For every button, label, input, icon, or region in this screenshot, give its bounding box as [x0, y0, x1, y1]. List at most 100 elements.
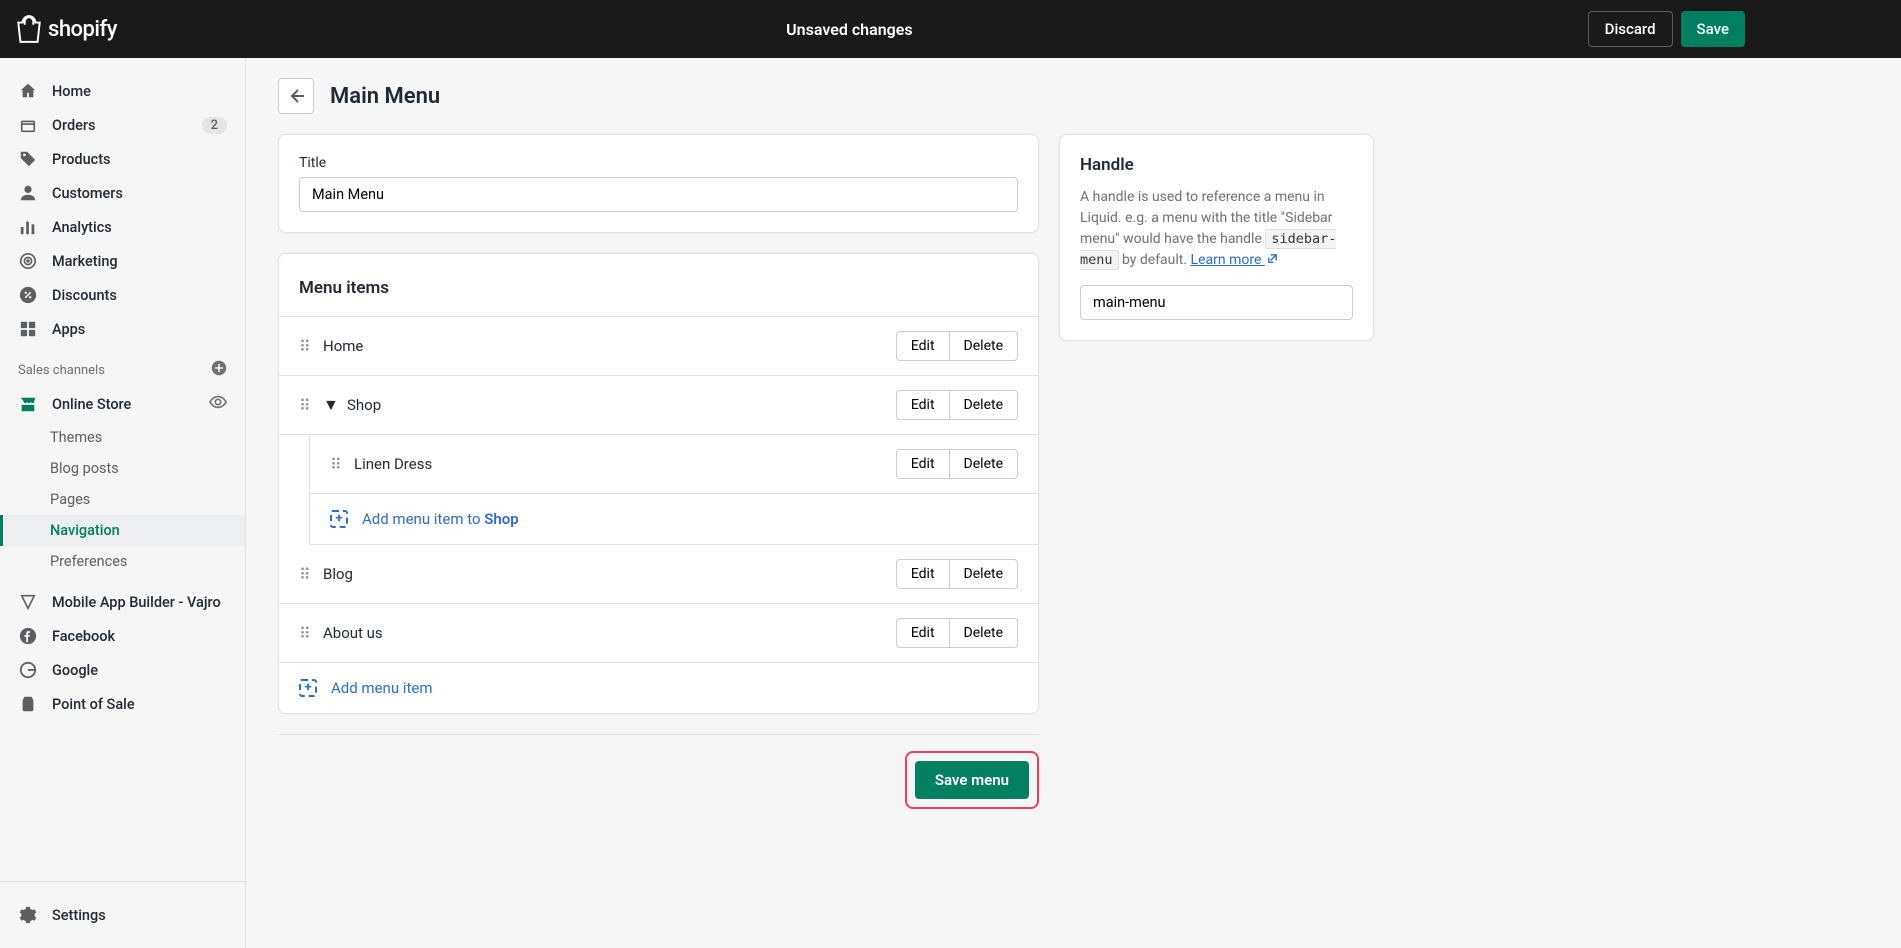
edit-button[interactable]: Edit: [896, 390, 949, 420]
sidebar-item-customers[interactable]: Customers: [0, 176, 245, 210]
drag-handle-icon[interactable]: ⠿: [299, 337, 311, 356]
menu-item-shop: ⠿ ▼ Shop Edit Delete: [279, 376, 1038, 435]
footer-actions: Save menu: [278, 734, 1039, 825]
discard-button[interactable]: Discard: [1588, 11, 1673, 47]
delete-button[interactable]: Delete: [949, 618, 1018, 648]
apps-icon: [18, 319, 38, 339]
sidebar-label: Analytics: [52, 219, 112, 236]
save-menu-button[interactable]: Save menu: [915, 761, 1029, 799]
menu-item-label: About us: [323, 624, 884, 642]
highlight-box: Save menu: [905, 751, 1039, 809]
drag-handle-icon[interactable]: ⠿: [330, 455, 342, 474]
handle-card: Handle A handle is used to reference a m…: [1059, 134, 1374, 341]
products-icon: [18, 149, 38, 169]
title-input[interactable]: [299, 177, 1018, 212]
edit-button[interactable]: Edit: [896, 559, 949, 589]
menu-item-about: ⠿ About us Edit Delete: [279, 604, 1038, 663]
sidebar-item-home[interactable]: Home: [0, 74, 245, 108]
handle-input[interactable]: [1080, 285, 1353, 320]
sidebar-item-blog-posts[interactable]: Blog posts: [0, 453, 245, 484]
sidebar-label: Home: [52, 83, 91, 100]
drag-handle-icon[interactable]: ⠿: [299, 624, 311, 643]
sales-channels-header: Sales channels: [0, 346, 245, 386]
gear-icon: [18, 905, 38, 925]
sidebar-item-settings[interactable]: Settings: [0, 898, 245, 932]
save-button[interactable]: Save: [1681, 11, 1745, 47]
add-menu-text: Add menu item: [331, 679, 432, 697]
add-dashed-icon: [299, 679, 317, 697]
sidebar-item-discounts[interactable]: Discounts: [0, 278, 245, 312]
sidebar-item-google[interactable]: Google: [0, 653, 245, 687]
menu-item-linen-dress: ⠿ Linen Dress Edit Delete: [309, 435, 1038, 494]
delete-button[interactable]: Delete: [949, 449, 1018, 479]
sidebar-label: Settings: [52, 907, 106, 924]
sidebar: Home Orders 2 Products Customers Analyti…: [0, 58, 246, 948]
drag-handle-icon[interactable]: ⠿: [299, 565, 311, 584]
edit-button[interactable]: Edit: [896, 449, 949, 479]
sidebar-item-apps[interactable]: Apps: [0, 312, 245, 346]
topbar: shopify Unsaved changes Discard Save: [0, 0, 1901, 58]
page-title: Main Menu: [330, 84, 440, 109]
drag-handle-icon[interactable]: ⠿: [299, 396, 311, 415]
sidebar-label: Facebook: [52, 628, 115, 645]
caret-down-icon[interactable]: ▼: [323, 395, 335, 415]
sidebar-item-marketing[interactable]: Marketing: [0, 244, 245, 278]
shopify-bag-icon: [16, 14, 42, 44]
orders-icon: [18, 115, 38, 135]
delete-button[interactable]: Delete: [949, 331, 1018, 361]
google-icon: [18, 660, 38, 680]
menu-items-card: Menu items ⠿ Home Edit Delete ⠿ ▼ Shop E…: [278, 253, 1039, 714]
delete-button[interactable]: Delete: [949, 559, 1018, 589]
sidebar-item-vajro[interactable]: Mobile App Builder - Vajro: [0, 585, 245, 619]
sidebar-item-navigation[interactable]: Navigation: [0, 515, 245, 546]
sidebar-item-orders[interactable]: Orders 2: [0, 108, 245, 142]
menu-item-label: Linen Dress: [354, 455, 884, 473]
orders-badge: 2: [202, 117, 227, 134]
back-button[interactable]: [278, 78, 314, 114]
sidebar-item-pages[interactable]: Pages: [0, 484, 245, 515]
customers-icon: [18, 183, 38, 203]
sidebar-item-products[interactable]: Products: [0, 142, 245, 176]
sidebar-label: Products: [52, 151, 111, 168]
menu-item-label: Shop: [347, 396, 884, 414]
add-channel-icon[interactable]: [211, 360, 227, 380]
home-icon: [18, 81, 38, 101]
delete-button[interactable]: Delete: [949, 390, 1018, 420]
unsaved-status: Unsaved changes: [786, 20, 912, 39]
vajro-icon: [18, 592, 38, 612]
facebook-icon: [18, 626, 38, 646]
sidebar-item-preferences[interactable]: Preferences: [0, 546, 245, 577]
edit-button[interactable]: Edit: [896, 331, 949, 361]
sidebar-item-facebook[interactable]: Facebook: [0, 619, 245, 653]
sidebar-item-pos[interactable]: Point of Sale: [0, 687, 245, 721]
external-link-icon: [1267, 253, 1278, 264]
discounts-icon: [18, 285, 38, 305]
sidebar-item-online-store[interactable]: Online Store: [0, 386, 245, 422]
handle-title: Handle: [1080, 155, 1353, 175]
menu-item-label: Home: [323, 337, 884, 355]
shopify-logo[interactable]: shopify: [16, 14, 117, 44]
menu-item-label: Blog: [323, 565, 884, 583]
sidebar-label: Point of Sale: [52, 696, 135, 713]
add-dashed-icon: [330, 510, 348, 528]
add-submenu-item-shop[interactable]: Add menu item to Shop: [309, 494, 1038, 545]
view-store-icon[interactable]: [209, 393, 227, 415]
sidebar-label: Discounts: [52, 287, 117, 304]
sidebar-label: Online Store: [52, 396, 131, 413]
title-label: Title: [299, 155, 1018, 171]
sidebar-label: Apps: [52, 321, 85, 338]
learn-more-link[interactable]: Learn more: [1191, 252, 1278, 268]
menu-item-home: ⠿ Home Edit Delete: [279, 317, 1038, 376]
marketing-icon: [18, 251, 38, 271]
menu-item-blog: ⠿ Blog Edit Delete: [279, 545, 1038, 604]
sidebar-item-themes[interactable]: Themes: [0, 422, 245, 453]
sidebar-item-analytics[interactable]: Analytics: [0, 210, 245, 244]
pos-icon: [18, 694, 38, 714]
sidebar-label: Google: [52, 662, 98, 679]
sidebar-label: Marketing: [52, 253, 118, 270]
online-store-icon: [18, 394, 38, 414]
add-menu-item[interactable]: Add menu item: [279, 663, 1038, 713]
edit-button[interactable]: Edit: [896, 618, 949, 648]
analytics-icon: [18, 217, 38, 237]
sidebar-label: Mobile App Builder - Vajro: [52, 594, 221, 611]
